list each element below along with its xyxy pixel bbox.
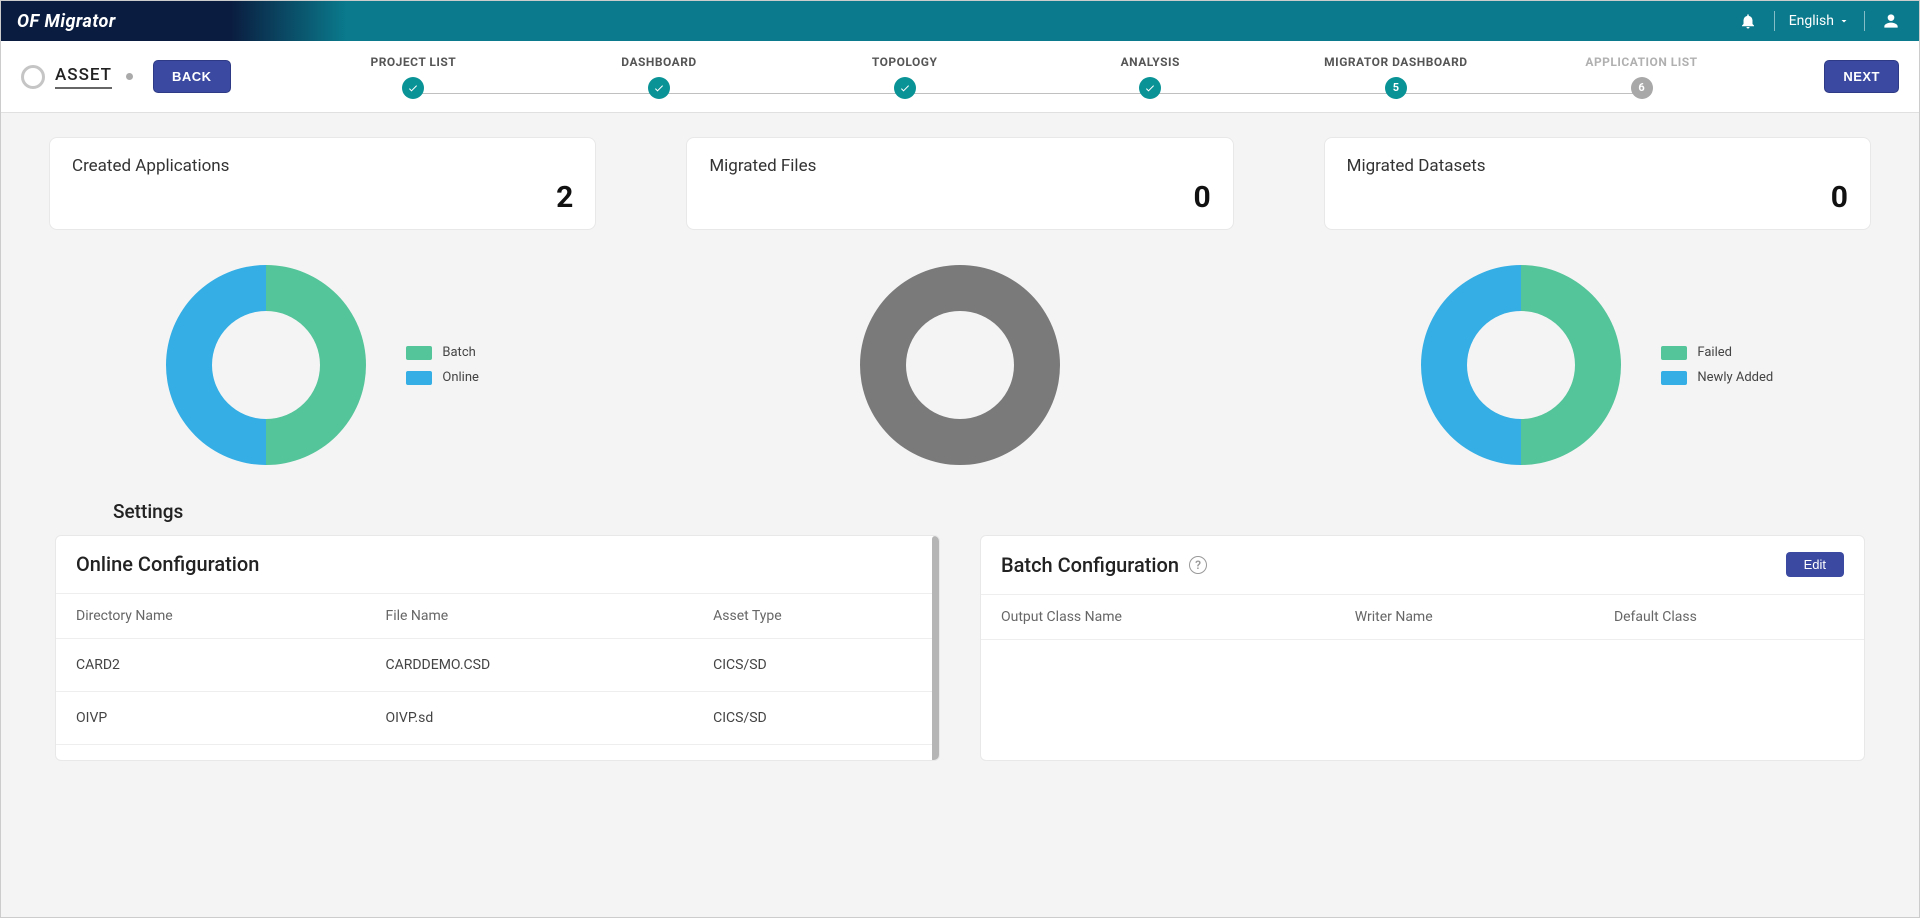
main-content: Created Applications 2 Migrated Files 0 …: [1, 113, 1919, 917]
card-title: Created Applications: [72, 156, 573, 176]
col-asset-type: Asset Type: [693, 594, 939, 639]
step-label: PROJECT LIST: [370, 55, 456, 69]
check-icon: [894, 77, 916, 99]
col-writer-name: Writer Name: [1335, 595, 1594, 640]
online-config-title: Online Configuration: [76, 552, 259, 576]
cell-file: OIVP.sd: [365, 692, 693, 745]
donut-chart-icon: [166, 265, 366, 465]
batch-configuration-card: Batch Configuration ? Edit Output Class …: [980, 535, 1865, 761]
card-migrated-datasets: Migrated Datasets 0: [1324, 137, 1871, 230]
batch-config-table: Output Class Name Writer Name Default Cl…: [981, 594, 1864, 760]
user-icon[interactable]: [1879, 9, 1903, 33]
col-default-class: Default Class: [1594, 595, 1864, 640]
col-output-class: Output Class Name: [981, 595, 1335, 640]
online-configuration-card: Online Configuration Directory Name File…: [55, 535, 940, 761]
step-label: DASHBOARD: [621, 55, 696, 69]
legend-label: Batch: [442, 345, 475, 360]
card-value: 0: [709, 180, 1210, 215]
cell-type: CICS/SD: [693, 692, 939, 745]
legend-label: Online: [442, 370, 479, 385]
cell-dir: OIVP: [56, 692, 365, 745]
step-label: MIGRATOR DASHBOARD: [1324, 55, 1467, 69]
card-migrated-files: Migrated Files 0: [686, 137, 1233, 230]
divider: [1864, 11, 1865, 31]
divider: [1774, 11, 1775, 31]
edit-button[interactable]: Edit: [1786, 552, 1844, 577]
step-project-list[interactable]: PROJECT LIST: [291, 55, 537, 99]
cell-file: CARDDEMO.CSD: [365, 639, 693, 692]
stepper: PROJECT LIST DASHBOARD TOPOLOGY ANALYSIS…: [291, 55, 1765, 99]
check-icon: [648, 77, 670, 99]
step-label: TOPOLOGY: [872, 55, 938, 69]
bell-icon[interactable]: [1736, 9, 1760, 33]
legend-item: Batch: [406, 345, 479, 360]
asset-dot-icon: [126, 73, 133, 80]
card-title: Migrated Datasets: [1347, 156, 1848, 176]
col-directory-name: Directory Name: [56, 594, 365, 639]
topbar: OF Migrator English: [1, 1, 1919, 41]
col-file-name: File Name: [365, 594, 693, 639]
donut-chart-icon: [860, 265, 1060, 465]
legend-item: Newly Added: [1661, 370, 1773, 385]
step-dashboard[interactable]: DASHBOARD: [536, 55, 782, 99]
legend-swatch: [406, 371, 432, 385]
step-application-list[interactable]: APPLICATION LIST 6: [1519, 55, 1765, 99]
help-icon[interactable]: ?: [1189, 556, 1207, 574]
legend-swatch: [406, 346, 432, 360]
check-icon: [1139, 77, 1161, 99]
language-label: English: [1789, 13, 1834, 29]
step-number: 5: [1385, 77, 1407, 99]
step-analysis[interactable]: ANALYSIS: [1027, 55, 1273, 99]
legend-item: Failed: [1661, 345, 1773, 360]
table-header-row: Output Class Name Writer Name Default Cl…: [981, 595, 1864, 640]
legend-swatch: [1661, 346, 1687, 360]
step-bar: ASSET BACK PROJECT LIST DASHBOARD TOPOLO…: [1, 41, 1919, 113]
batch-config-title: Batch Configuration: [1001, 553, 1179, 577]
asset-label: ASSET: [55, 65, 112, 89]
donut-chart-icon: [1421, 265, 1621, 465]
legend: Batch Online: [406, 345, 479, 385]
step-migrator-dashboard[interactable]: MIGRATOR DASHBOARD 5: [1273, 55, 1519, 99]
legend-label: Failed: [1697, 345, 1732, 360]
table-row-empty: [981, 640, 1864, 760]
legend-swatch: [1661, 371, 1687, 385]
step-number: 6: [1631, 77, 1653, 99]
cell-dir: CARD2: [56, 639, 365, 692]
back-button[interactable]: BACK: [153, 60, 231, 93]
chevron-down-icon: [1838, 15, 1850, 27]
card-title: Migrated Files: [709, 156, 1210, 176]
online-config-table: Directory Name File Name Asset Type CARD…: [56, 593, 939, 745]
asset-step: ASSET: [21, 65, 133, 89]
next-button[interactable]: NEXT: [1824, 60, 1899, 93]
cell-type: CICS/SD: [693, 639, 939, 692]
chart-migrated-files: [686, 260, 1233, 470]
chart-created-applications: Batch Online: [49, 260, 596, 470]
card-value: 2: [72, 180, 573, 215]
table-header-row: Directory Name File Name Asset Type: [56, 594, 939, 639]
step-topology[interactable]: TOPOLOGY: [782, 55, 1028, 99]
legend-label: Newly Added: [1697, 370, 1773, 385]
legend: Failed Newly Added: [1661, 345, 1773, 385]
step-label: ANALYSIS: [1121, 55, 1180, 69]
step-label: APPLICATION LIST: [1585, 55, 1697, 69]
table-row[interactable]: CARD2 CARDDEMO.CSD CICS/SD: [56, 639, 939, 692]
card-value: 0: [1347, 180, 1848, 215]
settings-heading: Settings: [113, 500, 1871, 523]
app-logo: OF Migrator: [17, 11, 116, 32]
legend-item: Online: [406, 370, 479, 385]
check-icon: [402, 77, 424, 99]
asset-circle-icon: [21, 65, 45, 89]
language-selector[interactable]: English: [1789, 13, 1850, 29]
card-created-applications: Created Applications 2: [49, 137, 596, 230]
chart-migrated-datasets: Failed Newly Added: [1324, 260, 1871, 470]
table-row[interactable]: OIVP OIVP.sd CICS/SD: [56, 692, 939, 745]
